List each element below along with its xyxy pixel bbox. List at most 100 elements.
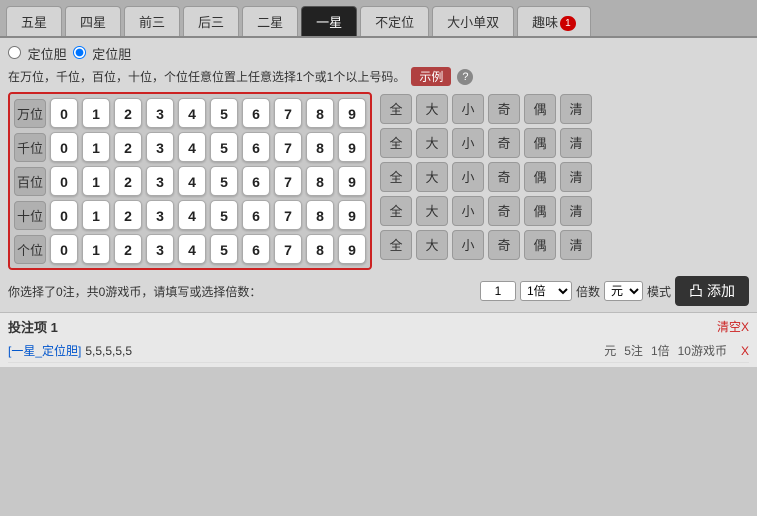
opt-btn-3-5[interactable]: 清 [560, 196, 592, 226]
num-btn-1-0[interactable]: 0 [50, 132, 78, 162]
num-btn-2-4[interactable]: 4 [178, 166, 206, 196]
opt-btn-1-1[interactable]: 大 [416, 128, 448, 158]
digit-label-2[interactable]: 百位 [14, 167, 46, 196]
opt-btn-2-2[interactable]: 小 [452, 162, 484, 192]
num-btn-1-6[interactable]: 6 [242, 132, 270, 162]
num-btn-2-0[interactable]: 0 [50, 166, 78, 196]
num-btn-4-9[interactable]: 9 [338, 234, 366, 264]
num-btn-0-4[interactable]: 4 [178, 98, 206, 128]
help-icon[interactable]: ? [457, 69, 473, 85]
tab-sixing[interactable]: 四星 [65, 6, 121, 36]
opt-btn-3-4[interactable]: 偶 [524, 196, 556, 226]
opt-btn-0-0[interactable]: 全 [380, 94, 412, 124]
opt-btn-1-2[interactable]: 小 [452, 128, 484, 158]
tab-daxiaodanshuang[interactable]: 大小单双 [432, 6, 514, 36]
radio-input1[interactable] [8, 46, 21, 59]
opt-btn-3-2[interactable]: 小 [452, 196, 484, 226]
opt-btn-2-4[interactable]: 偶 [524, 162, 556, 192]
tab-quwei[interactable]: 趣味1 [517, 6, 591, 36]
num-btn-4-0[interactable]: 0 [50, 234, 78, 264]
num-btn-1-1[interactable]: 1 [82, 132, 110, 162]
radio-option1[interactable]: 定位胆 [8, 44, 67, 63]
opt-btn-4-0[interactable]: 全 [380, 230, 412, 260]
tab-housan[interactable]: 后三 [183, 6, 239, 36]
opt-btn-2-0[interactable]: 全 [380, 162, 412, 192]
num-btn-2-9[interactable]: 9 [338, 166, 366, 196]
opt-btn-0-3[interactable]: 奇 [488, 94, 520, 124]
digit-label-1[interactable]: 千位 [14, 133, 46, 162]
num-btn-3-5[interactable]: 5 [210, 200, 238, 230]
multiplier-select[interactable]: 1倍2倍3倍5倍10倍 [520, 281, 572, 301]
opt-btn-1-5[interactable]: 清 [560, 128, 592, 158]
digit-label-0[interactable]: 万位 [14, 99, 46, 128]
num-btn-2-2[interactable]: 2 [114, 166, 142, 196]
radio-option2[interactable]: 定位胆 [73, 44, 132, 63]
num-btn-0-8[interactable]: 8 [306, 98, 334, 128]
num-btn-2-1[interactable]: 1 [82, 166, 110, 196]
opt-btn-4-5[interactable]: 清 [560, 230, 592, 260]
num-btn-1-7[interactable]: 7 [274, 132, 302, 162]
num-btn-1-5[interactable]: 5 [210, 132, 238, 162]
num-btn-3-2[interactable]: 2 [114, 200, 142, 230]
num-btn-3-7[interactable]: 7 [274, 200, 302, 230]
num-btn-3-6[interactable]: 6 [242, 200, 270, 230]
opt-btn-3-0[interactable]: 全 [380, 196, 412, 226]
opt-btn-4-4[interactable]: 偶 [524, 230, 556, 260]
opt-btn-0-2[interactable]: 小 [452, 94, 484, 124]
num-btn-1-9[interactable]: 9 [338, 132, 366, 162]
num-btn-0-5[interactable]: 5 [210, 98, 238, 128]
num-btn-4-8[interactable]: 8 [306, 234, 334, 264]
num-btn-4-6[interactable]: 6 [242, 234, 270, 264]
example-button[interactable]: 示例 [411, 67, 451, 86]
tab-budingwei[interactable]: 不定位 [360, 6, 429, 36]
num-btn-1-4[interactable]: 4 [178, 132, 206, 162]
num-btn-0-7[interactable]: 7 [274, 98, 302, 128]
num-btn-0-3[interactable]: 3 [146, 98, 174, 128]
num-btn-2-7[interactable]: 7 [274, 166, 302, 196]
digit-label-4[interactable]: 个位 [14, 235, 46, 264]
num-btn-4-2[interactable]: 2 [114, 234, 142, 264]
opt-btn-2-3[interactable]: 奇 [488, 162, 520, 192]
num-btn-3-4[interactable]: 4 [178, 200, 206, 230]
num-btn-4-7[interactable]: 7 [274, 234, 302, 264]
num-btn-0-6[interactable]: 6 [242, 98, 270, 128]
num-btn-1-2[interactable]: 2 [114, 132, 142, 162]
num-btn-3-9[interactable]: 9 [338, 200, 366, 230]
num-btn-0-9[interactable]: 9 [338, 98, 366, 128]
opt-btn-2-5[interactable]: 清 [560, 162, 592, 192]
num-btn-2-6[interactable]: 6 [242, 166, 270, 196]
num-btn-2-8[interactable]: 8 [306, 166, 334, 196]
num-btn-0-0[interactable]: 0 [50, 98, 78, 128]
tab-qiansan[interactable]: 前三 [124, 6, 180, 36]
opt-btn-4-1[interactable]: 大 [416, 230, 448, 260]
opt-btn-4-3[interactable]: 奇 [488, 230, 520, 260]
num-btn-0-1[interactable]: 1 [82, 98, 110, 128]
num-btn-0-2[interactable]: 2 [114, 98, 142, 128]
num-btn-4-4[interactable]: 4 [178, 234, 206, 264]
opt-btn-0-4[interactable]: 偶 [524, 94, 556, 124]
num-btn-3-8[interactable]: 8 [306, 200, 334, 230]
num-btn-4-3[interactable]: 3 [146, 234, 174, 264]
opt-btn-1-0[interactable]: 全 [380, 128, 412, 158]
currency-select[interactable]: 元角分 [604, 281, 643, 301]
num-btn-3-1[interactable]: 1 [82, 200, 110, 230]
radio-input2[interactable] [73, 46, 86, 59]
opt-btn-0-1[interactable]: 大 [416, 94, 448, 124]
num-btn-2-3[interactable]: 3 [146, 166, 174, 196]
num-btn-4-1[interactable]: 1 [82, 234, 110, 264]
num-btn-3-3[interactable]: 3 [146, 200, 174, 230]
opt-btn-1-3[interactable]: 奇 [488, 128, 520, 158]
bet-delete[interactable]: X [741, 344, 749, 358]
tab-erxing[interactable]: 二星 [242, 6, 298, 36]
num-btn-2-5[interactable]: 5 [210, 166, 238, 196]
opt-btn-3-1[interactable]: 大 [416, 196, 448, 226]
digit-label-3[interactable]: 十位 [14, 201, 46, 230]
clear-button[interactable]: 清空X [717, 318, 749, 335]
num-btn-1-8[interactable]: 8 [306, 132, 334, 162]
add-button[interactable]: 凸 添加 [675, 276, 749, 306]
opt-btn-0-5[interactable]: 清 [560, 94, 592, 124]
opt-btn-2-1[interactable]: 大 [416, 162, 448, 192]
opt-btn-3-3[interactable]: 奇 [488, 196, 520, 226]
opt-btn-4-2[interactable]: 小 [452, 230, 484, 260]
tab-wuxing[interactable]: 五星 [6, 6, 62, 36]
